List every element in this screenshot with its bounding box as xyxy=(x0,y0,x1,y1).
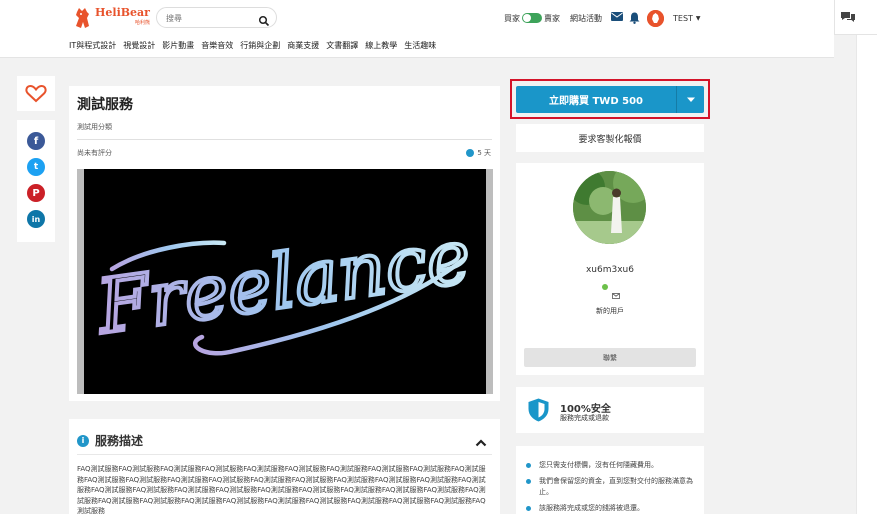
guarantee-text: 您只需支付標價，沒有任何隱藏費用。 xyxy=(539,461,658,469)
delivery-time: 5 天 xyxy=(466,148,491,158)
divider xyxy=(77,454,492,455)
online-indicator xyxy=(602,284,608,290)
linkedin-icon[interactable]: in xyxy=(27,210,45,228)
seller-mode-label: 賣家 xyxy=(544,13,560,23)
search-box xyxy=(156,7,277,28)
chat-button[interactable] xyxy=(834,0,877,35)
hero-word: Freelance xyxy=(90,213,475,351)
seller-name[interactable]: xu6m3xu6 xyxy=(516,265,704,275)
bullet-icon xyxy=(526,463,531,468)
list-item: 您只需支付標價，沒有任何隱藏費用。 xyxy=(526,460,698,471)
safety-subtitle: 服務完成或退款 xyxy=(560,414,609,422)
service-image[interactable]: Freelance xyxy=(77,169,493,394)
share-panel: f t P in xyxy=(17,120,55,242)
category-visual-design[interactable]: 視覺設計 xyxy=(123,40,155,51)
guarantee-text: 我們會保留您的資金，直到您對交付的服務滿意為止。 xyxy=(539,477,693,496)
category-music-audio[interactable]: 音樂音效 xyxy=(201,40,233,51)
pinterest-icon[interactable]: P xyxy=(27,184,45,202)
buyer-seller-toggle[interactable] xyxy=(522,13,542,23)
seller-avatar[interactable] xyxy=(573,171,646,244)
delivery-days: 5 天 xyxy=(477,149,491,157)
info-icon: i xyxy=(77,434,89,447)
category-it[interactable]: IT與程式設計 xyxy=(69,40,116,51)
list-item: 我們會保留您的資金，直到您對交付的服務滿意為止。 xyxy=(526,476,698,498)
category-nav: IT與程式設計 視覺設計 影片動畫 音樂音效 行銷與企劃 商業支援 文書翻譯 線… xyxy=(69,40,443,51)
favorite-button[interactable] xyxy=(17,76,55,111)
caret-down-icon[interactable] xyxy=(677,86,704,113)
facebook-icon[interactable]: f xyxy=(27,132,45,150)
rating-text: 尚未有評分 xyxy=(77,149,112,157)
twitter-icon[interactable]: t xyxy=(27,158,45,176)
description-body: FAQ測試服務FAQ測試服務FAQ測試服務FAQ測試服務FAQ測試服務FAQ測試… xyxy=(77,465,486,514)
chevron-down-icon[interactable]: ▼ xyxy=(696,15,701,22)
seller-card: xu6m3xu6 新的用戶 聯繫 xyxy=(516,163,704,375)
buy-now-label[interactable]: 立即購買 TWD 500 xyxy=(516,86,676,113)
category-video-animation[interactable]: 影片動畫 xyxy=(162,40,194,51)
category-online-teaching[interactable]: 線上教學 xyxy=(365,40,397,51)
divider xyxy=(77,139,492,140)
search-input[interactable] xyxy=(166,11,256,25)
site-activity-link[interactable]: 網站活動 xyxy=(570,13,602,24)
safety-card: 100%安全 服務完成或退款 xyxy=(516,387,704,433)
scrollbar[interactable] xyxy=(856,35,877,514)
guarantee-card: 您只需支付標價，沒有任何隱藏費用。 我們會保留您的資金，直到您對交付的服務滿意為… xyxy=(516,446,704,514)
user-name[interactable]: TEST xyxy=(673,14,693,23)
list-item: 該服務將完成或您的錢將被退還。 xyxy=(526,503,698,514)
category-marketing[interactable]: 行銷與企劃 xyxy=(240,40,280,51)
bullet-icon xyxy=(526,506,531,511)
bullet-icon xyxy=(526,479,531,484)
category-lifestyle[interactable]: 生活趣味 xyxy=(404,40,436,51)
seller-status xyxy=(602,284,620,299)
description-heading: 服務描述 xyxy=(95,434,144,448)
guarantee-text: 該服務將完成或您的錢將被退還。 xyxy=(539,504,644,512)
bell-icon[interactable] xyxy=(629,12,641,24)
user-avatar[interactable] xyxy=(647,9,664,27)
service-category[interactable]: 測試用分類 xyxy=(77,122,112,132)
category-writing-translation[interactable]: 文書翻譯 xyxy=(326,40,358,51)
freelance-banner: Freelance xyxy=(84,169,486,394)
search-icon[interactable] xyxy=(258,12,270,27)
buy-now-button[interactable]: 立即購買 TWD 500 xyxy=(516,86,704,113)
buyer-mode-label: 買家 xyxy=(504,13,520,23)
envelope-icon xyxy=(612,284,620,299)
top-header: HeliBear 哈利熊 買家 賣家 網站活動 TEST ▼ IT與程式設計 視… xyxy=(0,0,834,58)
mail-icon[interactable] xyxy=(611,12,623,24)
site-logo[interactable]: HeliBear 哈利熊 xyxy=(73,5,150,31)
service-card: 測試服務 測試用分類 尚未有評分 5 天 Freelance xyxy=(69,86,500,401)
logo-subtext: 哈利熊 xyxy=(134,20,150,26)
custom-quote-button[interactable]: 要求客製化報價 xyxy=(516,124,704,152)
contact-seller-button[interactable]: 聯繫 xyxy=(524,348,696,367)
description-card: i 服務描述 FAQ測試服務FAQ測試服務FAQ測試服務FAQ測試服務FAQ測試… xyxy=(69,419,500,514)
bear-logo-icon xyxy=(73,6,93,30)
category-business[interactable]: 商業支援 xyxy=(287,40,319,51)
seller-level: 新的用戶 xyxy=(596,307,624,315)
heart-icon xyxy=(25,84,47,103)
header-actions: 買家 賣家 網站活動 TEST ▼ xyxy=(504,9,701,27)
chevron-up-icon[interactable] xyxy=(475,433,487,447)
chat-icon xyxy=(841,12,855,22)
shield-icon xyxy=(528,398,549,422)
clock-icon xyxy=(466,149,475,157)
service-title: 測試服務 xyxy=(77,97,133,113)
